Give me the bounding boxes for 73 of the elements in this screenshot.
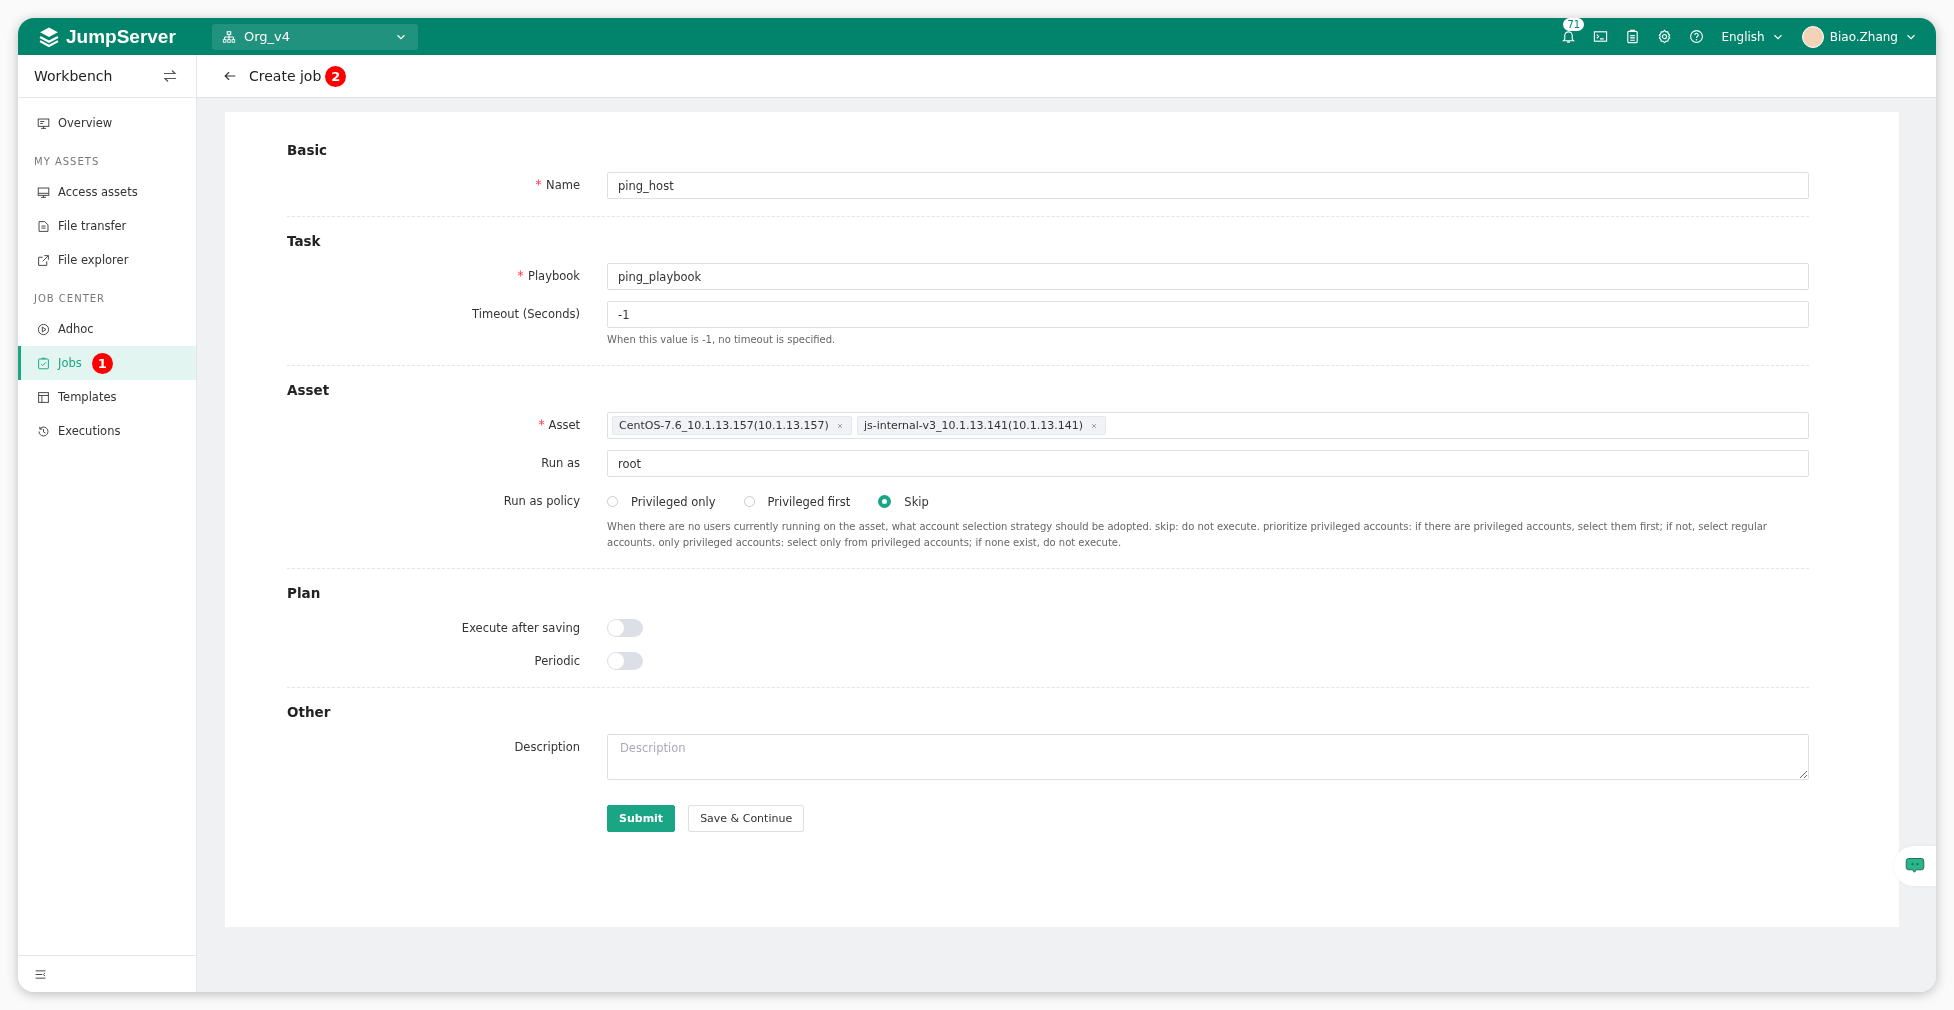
- chat-bubble-icon: [1905, 856, 1925, 876]
- radio-button[interactable]: [607, 496, 618, 507]
- section-title: Basic: [287, 142, 329, 158]
- checklist-icon: [37, 356, 50, 370]
- organization-dropdown[interactable]: Org_v4: [212, 23, 418, 50]
- radio-button[interactable]: [743, 496, 755, 507]
- layout-icon: [37, 390, 50, 404]
- avatar-circle: [1801, 25, 1824, 48]
- swap-icon[interactable]: [162, 68, 178, 84]
- sidebar-item[interactable]: Executions: [18, 414, 196, 448]
- step-badge: 2: [325, 65, 347, 87]
- field-label: Periodic: [534, 654, 580, 668]
- toggle-switch[interactable]: [607, 652, 643, 670]
- sidebar-item[interactable]: Overview: [18, 106, 196, 140]
- field-label: Description: [514, 740, 580, 754]
- tag[interactable]: CentOS-7.6_10.1.13.157(10.1.13.157): [612, 416, 852, 435]
- multi-select-field[interactable]: CentOS-7.6_10.1.13.157(10.1.13.157) js-internal-v3_10.1.13.141(10.1.13.141): [607, 412, 1809, 439]
- stack-logo-icon: [38, 25, 60, 48]
- toggle-switch[interactable]: [607, 619, 643, 637]
- history-icon: [37, 424, 50, 438]
- page-title: Create job: [249, 68, 322, 84]
- input-field[interactable]: ping_playbook: [607, 263, 1809, 290]
- help-icon[interactable]: [1689, 29, 1705, 44]
- input-field[interactable]: ping_host: [607, 172, 1809, 199]
- organization-icon: [222, 29, 236, 44]
- sidebar-item[interactable]: File transfer: [18, 209, 196, 243]
- menu-group-label: JOB CENTER: [32, 292, 106, 306]
- menu-group-label: MY ASSETS: [33, 155, 101, 169]
- section-title: Asset: [287, 382, 331, 398]
- tag[interactable]: js-internal-v3_10.1.13.141(10.1.13.141): [856, 416, 1107, 435]
- user-menu[interactable]: Biao.Zhang: [1801, 25, 1918, 48]
- terminal-icon[interactable]: [1593, 29, 1609, 44]
- input-field[interactable]: root: [607, 450, 1809, 477]
- clipboard-icon[interactable]: [1625, 29, 1641, 44]
- sidebar-item[interactable]: Templates: [18, 380, 196, 414]
- field-label: Run as: [541, 456, 580, 470]
- language-dropdown[interactable]: English: [1721, 29, 1785, 44]
- notification-count-badge: 71: [1563, 18, 1585, 31]
- input-field[interactable]: -1: [607, 301, 1809, 328]
- field-label: Execute after saving: [461, 621, 580, 635]
- collapse-menu-icon[interactable]: [34, 967, 47, 981]
- radio-option[interactable]: Privileged only: [607, 494, 716, 509]
- radio-option[interactable]: Skip: [878, 494, 929, 509]
- external-link-icon: [37, 253, 50, 267]
- field-label: Timeout (Seconds): [472, 307, 580, 321]
- help-text: When this value is -1, no timeout is specified.: [607, 333, 837, 347]
- radio-button[interactable]: [878, 495, 892, 508]
- sidebar-item[interactable]: Adhoc: [18, 312, 196, 346]
- chat-button[interactable]: [1894, 846, 1936, 886]
- document-icon: [37, 219, 50, 233]
- field-label: Run as policy: [503, 494, 580, 508]
- help-text: When there are no users currently running on the asset, what account selection strategy should be adopted. skip: do not execute. prioritize privileged accounts: if there are privileged accounts, select them first; if not, select regular accounts. only privileged accounts: select only from privileged accounts; if none exist, do not execute.: [607, 520, 1768, 550]
- radio-option[interactable]: Privileged first: [743, 494, 851, 509]
- step-badge: 1: [91, 352, 113, 374]
- field-label: Name: [546, 178, 580, 192]
- sidebar-item[interactable]: Access assets: [18, 175, 196, 209]
- monitor-icon: [37, 116, 50, 130]
- sidebar-item[interactable]: File explorer: [18, 243, 196, 277]
- field-label: Playbook: [528, 269, 580, 283]
- app-logo-text: JumpServer: [66, 25, 176, 48]
- sidebar-title: Workbench: [34, 68, 113, 84]
- settings-icon[interactable]: [1657, 29, 1673, 44]
- field-label: Asset: [548, 418, 580, 432]
- desktop-icon: [37, 185, 50, 199]
- notification-bell-icon[interactable]: [1561, 29, 1577, 44]
- description-field[interactable]: Description: [607, 734, 1809, 780]
- back-arrow-icon[interactable]: [223, 69, 237, 83]
- save-continue-button[interactable]: Save & Continue: [688, 805, 805, 832]
- play-circle-icon: [37, 322, 50, 336]
- sidebar-item[interactable]: Jobs 1: [18, 346, 196, 380]
- section-title: Plan: [287, 585, 322, 601]
- section-title: Task: [287, 233, 322, 249]
- section-title: Other: [287, 704, 332, 720]
